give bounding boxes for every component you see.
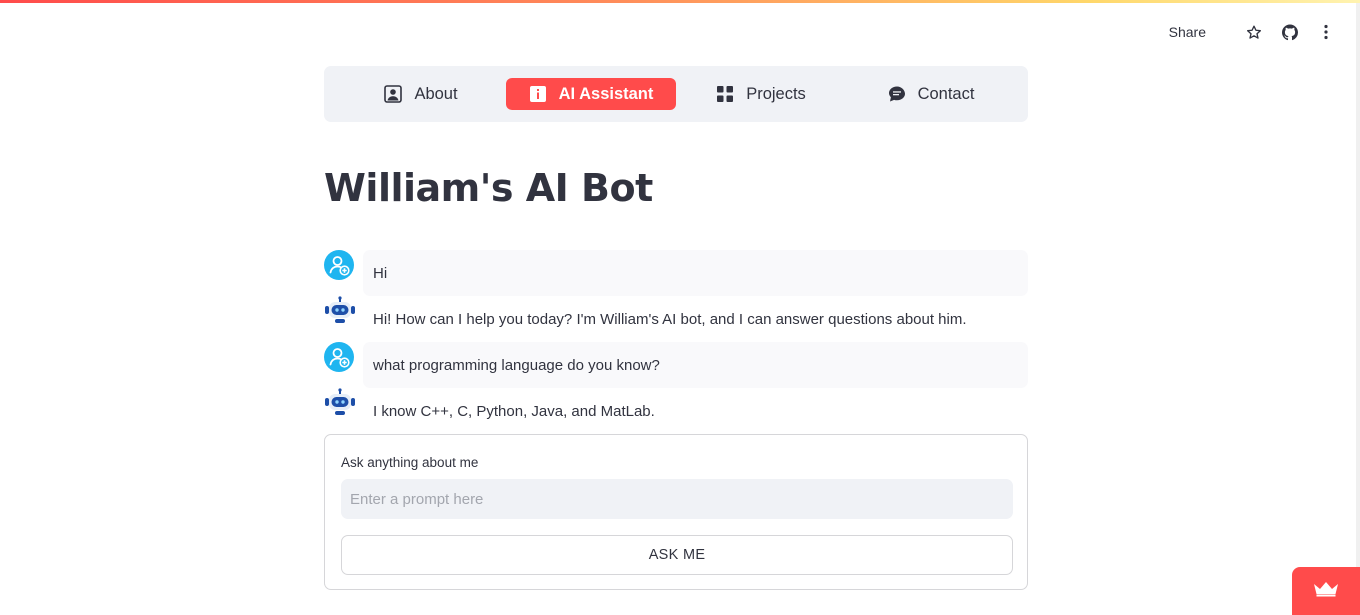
deploy-badge[interactable]	[1292, 567, 1360, 615]
page-scrollbar[interactable]	[1356, 3, 1360, 615]
chat-message-text: Hi! How can I help you today? I'm Willia…	[373, 310, 967, 328]
chat-message-assistant: Hi! How can I help you today? I'm Willia…	[324, 296, 1028, 342]
user-portrait-icon	[384, 85, 403, 103]
robot-avatar-icon	[324, 388, 355, 418]
crown-icon	[1313, 581, 1339, 602]
more-vertical-icon[interactable]	[1318, 24, 1334, 40]
nav-item-label: AI Assistant	[558, 84, 654, 103]
top-accent-bar	[0, 0, 1360, 3]
nav-item-contact[interactable]: Contact	[846, 78, 1016, 110]
prompt-form: Ask anything about me ASK ME	[324, 434, 1028, 590]
prompt-input[interactable]	[341, 479, 1013, 519]
page-title: William's AI Bot	[324, 166, 653, 210]
nav-item-label: Projects	[746, 84, 806, 103]
nav-item-ai-assistant[interactable]: AI Assistant	[506, 78, 676, 110]
star-icon[interactable]	[1246, 24, 1262, 40]
user-add-avatar-icon	[324, 342, 354, 372]
nav-item-projects[interactable]: Projects	[676, 78, 846, 110]
chat-message-text: what programming language do you know?	[363, 342, 1028, 388]
chat-message-user: Hi	[324, 250, 1028, 296]
chat-message-assistant: I know C++, C, Python, Java, and MatLab.	[324, 388, 1028, 434]
chat-message-text: Hi	[363, 250, 1028, 296]
github-icon[interactable]	[1282, 24, 1298, 40]
user-add-avatar-icon	[324, 250, 354, 280]
grid-icon	[716, 85, 734, 103]
share-button[interactable]: Share	[1169, 24, 1206, 40]
chat-bubble-icon	[888, 85, 906, 103]
nav-item-about[interactable]: About	[336, 78, 506, 110]
app-toolbar: Share	[1169, 24, 1334, 40]
nav-item-label: About	[414, 84, 458, 103]
ask-me-button[interactable]: ASK ME	[341, 535, 1013, 575]
chat-message-user: what programming language do you know?	[324, 342, 1028, 388]
prompt-label: Ask anything about me	[341, 455, 479, 470]
nav-menu: About AI Assistant Projects Contact	[324, 66, 1028, 122]
nav-item-label: Contact	[917, 84, 975, 103]
robot-avatar-icon	[324, 296, 355, 326]
chat-message-text: I know C++, C, Python, Java, and MatLab.	[373, 402, 655, 420]
info-box-icon	[529, 85, 547, 103]
